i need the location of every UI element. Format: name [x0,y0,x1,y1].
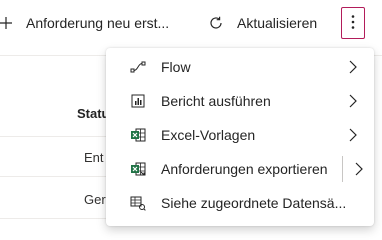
menu-item-label: Siehe zugeordnete Datensä... [161,195,347,211]
flow-icon [130,59,146,75]
chevron-right-icon[interactable] [354,162,364,176]
related-records-icon [130,195,146,211]
more-commands-button[interactable] [341,7,365,39]
more-vertical-icon [351,14,355,33]
menu-item-label: Flow [161,59,191,75]
refresh-button[interactable]: Aktualisieren [208,12,317,34]
overflow-menu: Flow Bericht ausführen Excel-Vorlagen An… [106,48,374,226]
excel-icon [130,127,146,143]
status-column-header[interactable]: Statu [77,106,110,121]
menu-item-run-report[interactable]: Bericht ausführen [106,84,374,118]
new-request-button[interactable]: Anforderung neu erst... [0,12,169,34]
excel-export-icon [130,161,146,177]
chevron-right-icon [349,60,357,74]
menu-item-excel-templates[interactable]: Excel-Vorlagen [106,118,374,152]
chevron-right-icon [349,94,357,108]
chevron-right-icon [349,128,357,142]
new-request-label: Anforderung neu erst... [26,15,170,31]
refresh-icon [208,15,224,31]
split-divider [342,156,343,182]
report-icon [130,93,146,109]
menu-item-label: Anforderungen exportieren [161,161,328,177]
status-cell: Ent [84,150,104,165]
row-divider [0,218,110,219]
refresh-label: Aktualisieren [237,15,318,31]
menu-item-label: Excel-Vorlagen [161,127,256,143]
menu-item-label: Bericht ausführen [161,93,271,109]
menu-item-related-records[interactable]: Siehe zugeordnete Datensä... [106,186,374,220]
row-divider [0,176,110,177]
add-icon [0,17,12,29]
status-cell: Ger [84,192,106,207]
menu-item-flow[interactable]: Flow [106,50,374,84]
row-divider [0,136,110,137]
menu-item-export-requests[interactable]: Anforderungen exportieren [106,152,374,186]
